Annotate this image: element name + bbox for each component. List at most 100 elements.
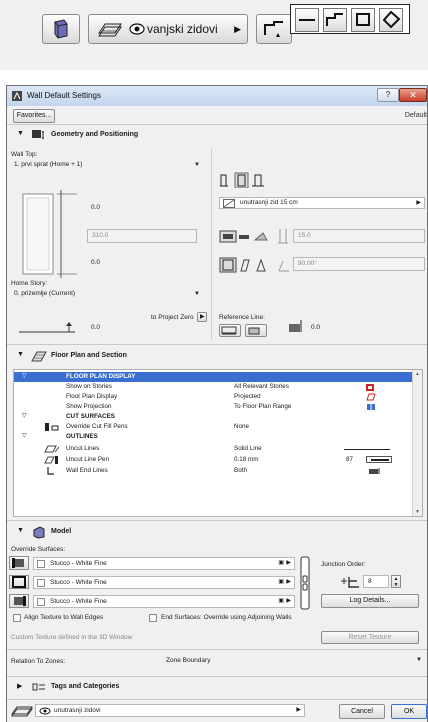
project-zero-field[interactable]: 0.0 [87, 322, 197, 336]
reference-line-button[interactable] [256, 14, 292, 44]
wall-shape-icons[interactable] [219, 257, 275, 273]
surface-override-checkbox[interactable] [37, 560, 45, 568]
expand-triangle-icon: ▶ [17, 683, 23, 690]
collapse-triangle-icon: ▼ [17, 130, 24, 137]
table-row[interactable]: Wall End Lines Both [14, 466, 414, 476]
chained-wall-option[interactable] [323, 8, 347, 32]
geometry-section-header[interactable]: ▼ Geometry and Positioning [7, 126, 427, 144]
surface-select-edge[interactable]: Stucco - White Fine ▣ ▶ [33, 576, 295, 589]
chevron-down-icon: ▼ [194, 162, 200, 168]
align-texture-checkbox[interactable] [13, 614, 21, 622]
reference-line-location-button[interactable] [219, 324, 241, 337]
table-row[interactable]: ▽ CUT SURFACES [14, 412, 414, 422]
log-details-button[interactable]: Log Details... [321, 594, 419, 608]
arrow-right-icon: ▶ [286, 560, 291, 566]
reference-line-side-icon [248, 327, 260, 335]
model-section-title: Model [51, 528, 72, 535]
wall-tool-button[interactable] [42, 14, 80, 44]
custom-texture-label: Custom Texture defined in the 3D Window [11, 634, 133, 641]
straight-line-icon [299, 19, 315, 21]
layer-value: unutrasnji zidovi [54, 707, 101, 714]
tags-section-header[interactable]: ▶ Tags and Categories [7, 680, 427, 694]
arrow-right-icon: ▶ [286, 579, 291, 585]
scroll-down-icon[interactable]: ▼ [415, 509, 420, 515]
surface-override-checkbox[interactable] [37, 598, 45, 606]
reference-line-label: Reference Line: [219, 314, 265, 321]
wall-layer-dropdown[interactable]: vanjski zidovi ▶ [88, 14, 248, 44]
chevron-down-icon: ▼ [194, 291, 200, 297]
reference-line-side-button[interactable] [245, 324, 267, 337]
surface-select-inside[interactable]: Stucco - White Fine ▣ ▶ [33, 595, 295, 608]
inside-face-icon [14, 596, 26, 606]
wall-height-field[interactable]: 310.0 [87, 229, 197, 243]
layer-select[interactable]: unutrasnji zidovi ▶ [35, 704, 305, 717]
composite-select[interactable]: unutrasnji zid 15 cm ▶ [219, 197, 425, 209]
surface-override-checkbox[interactable] [37, 579, 45, 587]
solid-line-sample [344, 449, 390, 450]
collapse-triangle-icon: ▼ [17, 351, 24, 358]
floorplan-section-title: Floor Plan and Section [51, 352, 127, 359]
wall-profile-icons[interactable] [219, 229, 275, 245]
close-button[interactable]: ✕ [399, 88, 427, 102]
scroll-up-icon[interactable]: ▲ [415, 371, 420, 377]
wall-top-select[interactable]: 1. prvi sprat (Home + 1) ▼ [11, 160, 203, 172]
collapse-triangle-icon: ▼ [17, 527, 24, 534]
wall-structure-type-icons[interactable] [219, 172, 267, 188]
junction-order-icon [341, 577, 359, 588]
pen-color-swatch[interactable] [366, 456, 392, 463]
relation-to-zones-select[interactable]: Zone Boundary ▼ [163, 655, 425, 668]
tags-section-title: Tags and Categories [51, 683, 120, 690]
end-surfaces-label: End Surfaces: Override using Adjoining W… [161, 614, 292, 621]
reset-texture-button[interactable]: Reset Texture [321, 631, 419, 644]
project-zero-toggle[interactable]: ▶ [197, 312, 207, 322]
table-row[interactable]: ▽ FLOOR PLAN DISPLAY [14, 372, 414, 382]
default-label: Default [404, 112, 427, 119]
layer-stack-icon [98, 23, 122, 37]
relation-to-zones-label: Relation To Zones: [11, 658, 66, 665]
rectangle-wall-option[interactable] [351, 8, 375, 32]
uncut-line-pen-icon [44, 456, 58, 464]
rotated-rectangle-option[interactable] [379, 8, 403, 32]
junction-order-stepper[interactable]: ▲ ▼ [391, 575, 401, 588]
thickness-field[interactable]: 15.0 [293, 229, 425, 243]
model-icon [33, 526, 45, 539]
wall-default-settings-dialog: Wall Default Settings ? ✕ Favorites... D… [6, 85, 428, 722]
table-row[interactable]: Show Projection To Floor Plan Range [14, 402, 414, 412]
table-row[interactable]: Show on Stories All Relevant Stories [14, 382, 414, 392]
home-story-label: Home Story: [11, 280, 48, 287]
floor-plan-icon [31, 351, 47, 362]
table-row[interactable]: Override Cut Fill Pens None [14, 422, 414, 432]
chain-link-icon[interactable] [299, 556, 311, 610]
collapse-triangle-icon: ▽ [22, 373, 27, 379]
material-icon: ▣ [278, 560, 284, 566]
model-section-header[interactable]: ▼ Model [7, 523, 427, 541]
table-scrollbar[interactable]: ▲ ▼ [412, 370, 422, 516]
wall-end-lines-icon [47, 467, 54, 475]
table-row[interactable]: Uncut Lines Solid Line [14, 444, 414, 454]
surface-toggle-inside[interactable] [9, 594, 29, 608]
home-story-select[interactable]: 0. prizemlje (Current) ▼ [11, 289, 203, 301]
surface-toggle-outside[interactable] [9, 556, 29, 570]
reference-offset-field[interactable]: 0.0 [307, 322, 417, 336]
help-button[interactable]: ? [377, 88, 399, 102]
bottom-offset-field[interactable]: 0.0 [87, 257, 197, 271]
ok-button[interactable]: OK [391, 704, 427, 719]
divider [7, 649, 427, 650]
table-row[interactable]: Floor Plan Display Projected [14, 392, 414, 402]
floorplan-section-header[interactable]: ▼ Floor Plan and Section [7, 347, 427, 365]
top-offset-field[interactable]: 0.0 [87, 202, 197, 216]
wall-height-diagram [22, 190, 77, 278]
end-surfaces-checkbox[interactable] [149, 614, 157, 622]
geometry-section-title: Geometry and Positioning [51, 131, 139, 138]
surface-select-outside[interactable]: Stucco - White Fine ▣ ▶ [33, 557, 295, 570]
straight-wall-option[interactable] [295, 8, 319, 32]
favorites-button[interactable]: Favorites... [13, 109, 55, 123]
angle-field[interactable]: 90.00° [293, 257, 425, 271]
surface-toggle-edge[interactable] [9, 575, 29, 589]
arrow-right-icon: ▶ [286, 598, 291, 604]
table-row[interactable]: ▽ OUTLINES [14, 432, 414, 442]
table-row[interactable]: Uncut Line Pen 0.18 mm 87 [14, 455, 414, 465]
cancel-button[interactable]: Cancel [339, 704, 385, 719]
junction-order-field[interactable]: 8 [363, 575, 389, 588]
dialog-title: Wall Default Settings [27, 91, 101, 100]
